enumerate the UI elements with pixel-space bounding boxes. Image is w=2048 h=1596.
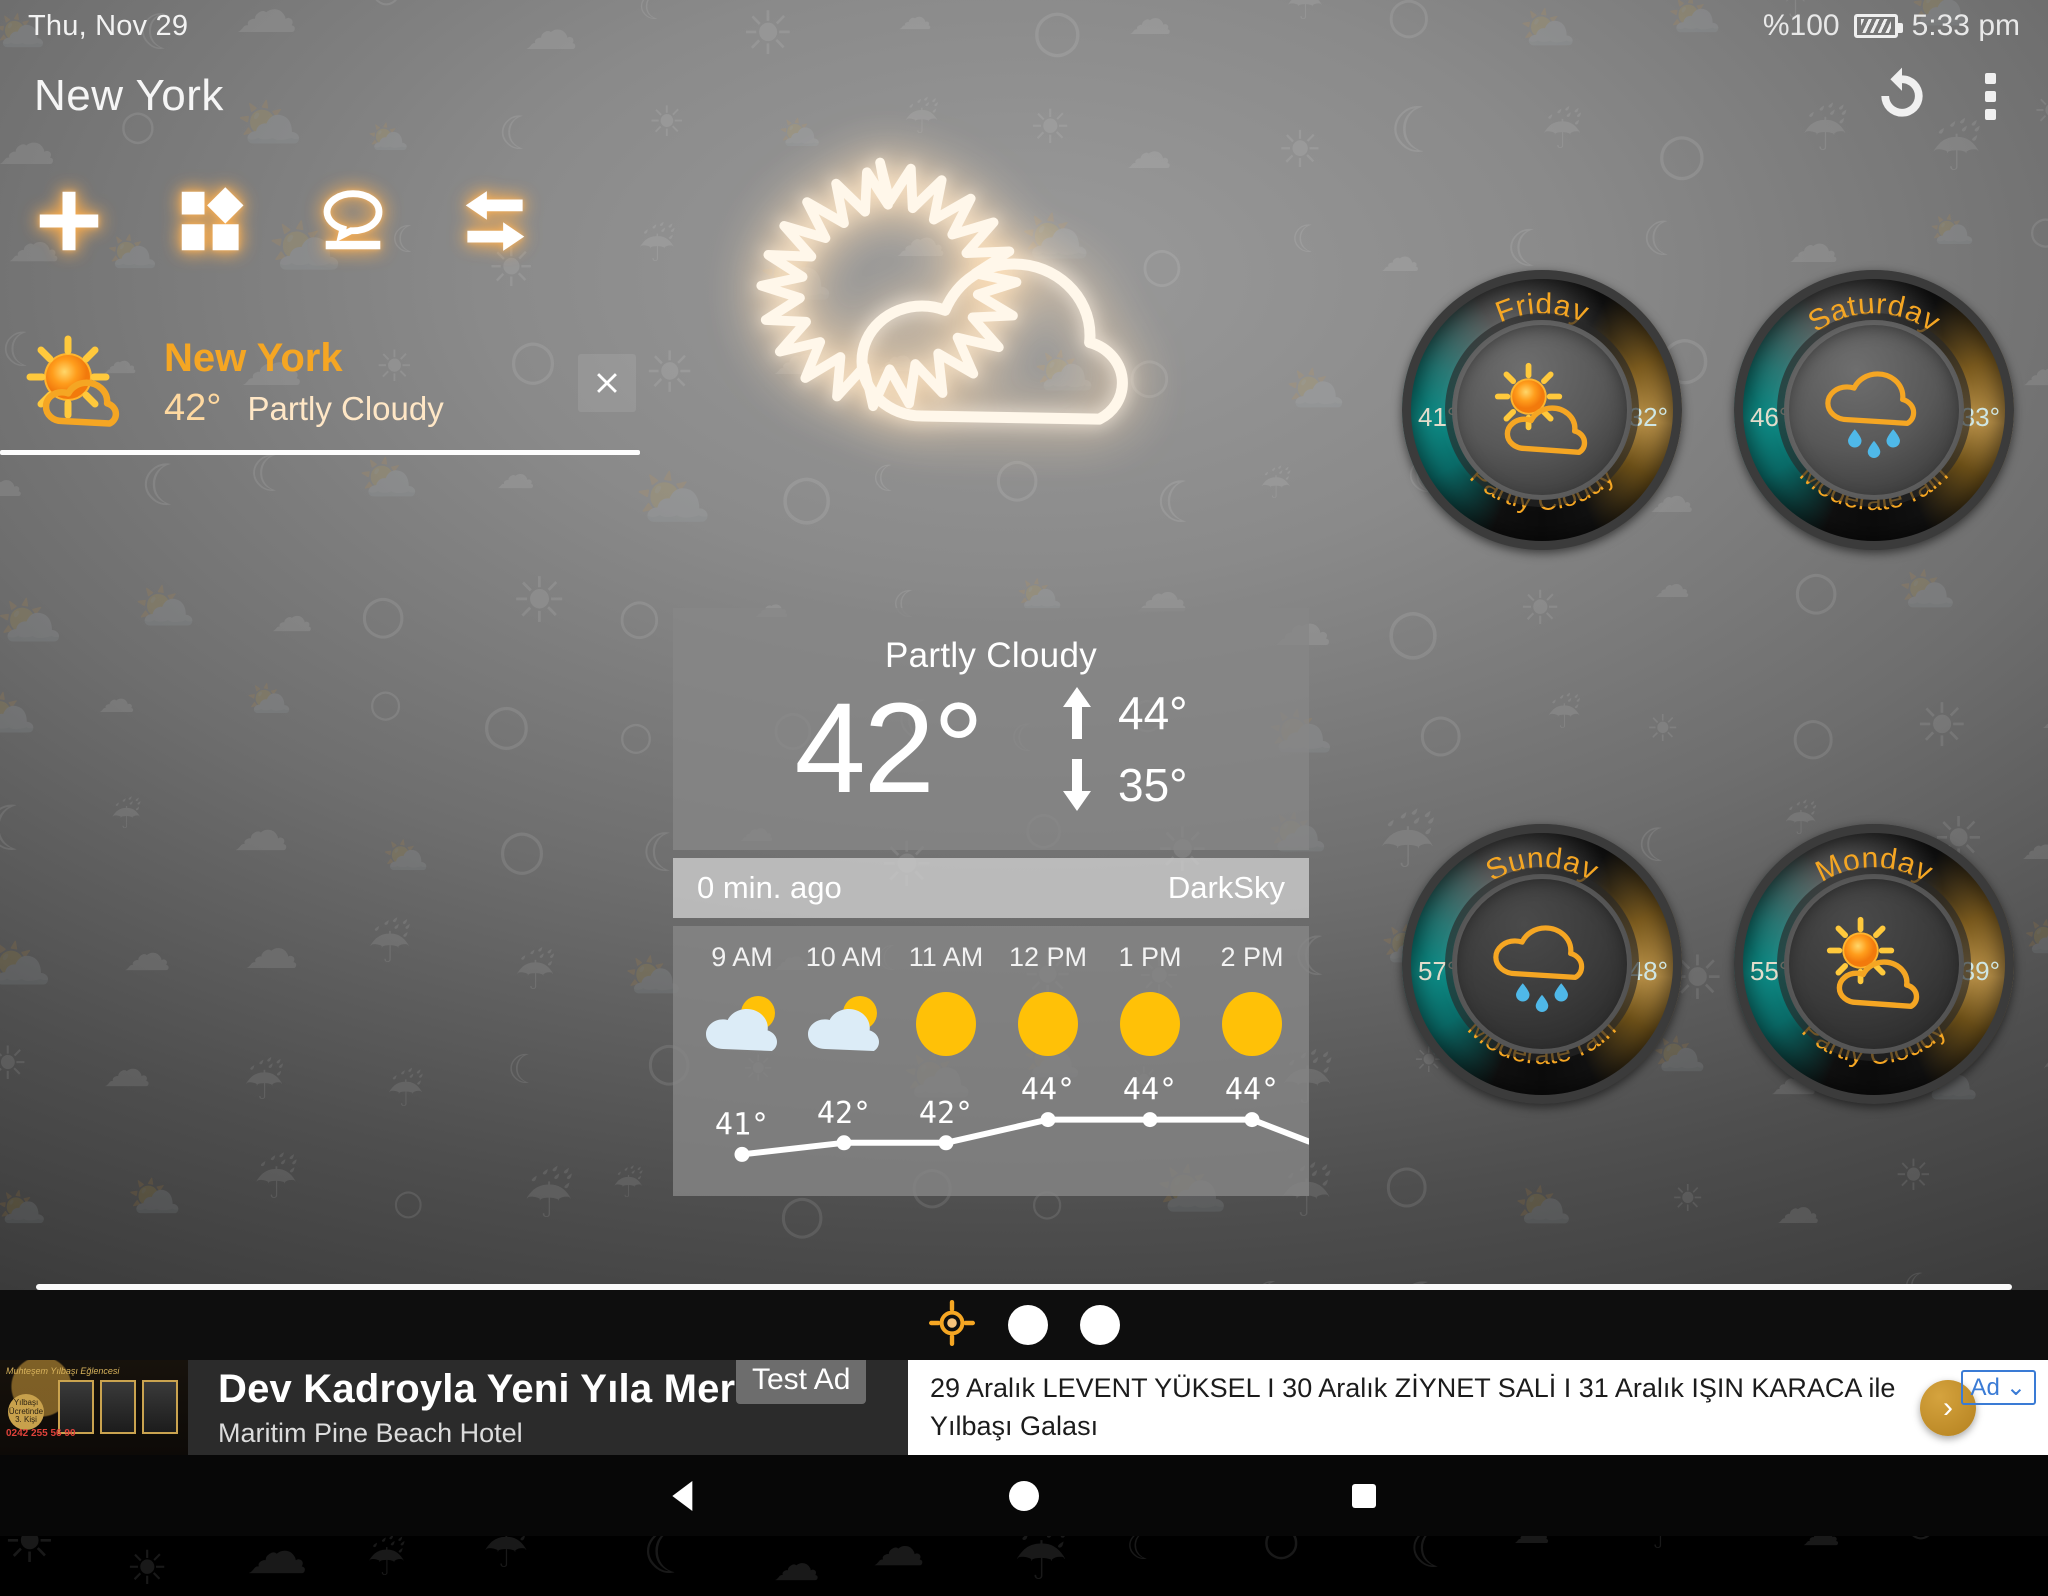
hourly-temperature-chart: 41° 42° 42° 44° 44° 44°	[673, 1046, 1309, 1196]
partly-cloudy-day-icon	[1452, 320, 1632, 500]
last-updated-label: 0 min. ago	[697, 870, 842, 906]
plus-add-location-icon[interactable]	[26, 178, 112, 264]
hourly-time-label: 11 AM	[908, 942, 984, 973]
hourly-time-label	[1303, 942, 1309, 973]
status-bar: Thu, Nov 29 %100 5:33 pm	[0, 0, 2048, 52]
app-bar: New York	[0, 52, 2048, 140]
refresh-icon[interactable]	[1871, 65, 1933, 127]
partly-cloudy-day-icon	[1784, 874, 1964, 1054]
kebab-menu-icon[interactable]	[1985, 72, 1996, 120]
temperature-value-label: 44°	[1225, 1073, 1279, 1108]
ad-thumb-title: Muhteşem Yılbaşı Eğlencesi	[6, 1366, 120, 1376]
close-x-icon[interactable]	[578, 354, 636, 412]
ad-subline: Maritim Pine Beach Hotel	[218, 1417, 523, 1448]
arrow-down-icon	[1062, 759, 1092, 812]
widgets-grid-icon[interactable]	[168, 178, 254, 264]
hourly-time-label: 1 PM	[1118, 942, 1182, 973]
temperature-point	[938, 1135, 954, 1151]
ad-right-panel[interactable]: 29 Aralık LEVENT YÜKSEL I 30 Aralık ZİYN…	[736, 1360, 2048, 1455]
temperature-value-label: 44°	[1123, 1073, 1177, 1108]
ad-banner[interactable]: Muhteşem Yılbaşı Eğlencesi Yılbaşı Ücret…	[0, 1360, 2048, 1455]
current-condition-label: Partly Cloudy	[884, 636, 1098, 675]
weather-app-root: ⛅☾☁○☁☾☀☁○☁☔○⛅⛅☔⛅☔☁○⛅⛅☾☀⛅☔☀☁☀☾☔○☔☔☀☁⛅⛅☾☀☔…	[0, 0, 2048, 1592]
left-toolbar	[26, 178, 538, 264]
ad-disclosure-badge[interactable]: Ad ⌄	[1960, 1370, 2036, 1405]
hourly-time-label: 12 PM	[1008, 942, 1088, 973]
ad-thumb-phone: 0242 255 56 90	[6, 1428, 76, 1439]
hourly-time-label: 10 AM	[805, 942, 883, 973]
gps-target-icon[interactable]	[928, 1299, 976, 1352]
chevron-down-icon: ⌄	[2005, 1374, 2026, 1401]
status-bar-clock: 5:33 pm	[1911, 9, 2020, 42]
low-temperature: 35°	[1118, 759, 1188, 812]
high-temperature: 44°	[1118, 687, 1188, 740]
app-bar-actions	[1871, 65, 2018, 127]
page-dot-icon[interactable]	[1008, 1305, 1048, 1345]
dial-low-temp: 39°	[1960, 956, 2000, 986]
weather-provider-label: DarkSky	[1167, 870, 1285, 906]
page-indicator-bar	[0, 1290, 2048, 1360]
status-bar-right: %100 5:33 pm	[1763, 9, 2020, 43]
forecast-dial[interactable]: Friday Partly Cloudy 41° 32°	[1396, 264, 1688, 556]
battery-percent-label: %100	[1762, 9, 1840, 42]
home-circle-icon[interactable]	[989, 1461, 1059, 1531]
dial-low-temp: 48°	[1628, 956, 1668, 986]
page-dot-icon[interactable]	[1080, 1305, 1120, 1345]
list-item-city-name: New York	[164, 335, 343, 380]
temperature-point	[836, 1135, 852, 1151]
dial-low-temp: 33°	[1960, 402, 2000, 432]
current-temperature: 42°	[794, 677, 984, 820]
battery-charging-icon	[1853, 14, 1903, 38]
list-item[interactable]: New York 42° Partly Cloudy	[0, 318, 660, 446]
forecast-dial[interactable]: Saturday Moderate rain 46° 33°	[1728, 264, 2020, 556]
page-title: New York	[34, 71, 224, 120]
temperature-point	[734, 1147, 750, 1163]
ad-label: Ad	[1970, 1373, 2000, 1401]
saved-locations-list: New York 42° Partly Cloudy	[0, 318, 660, 455]
list-divider	[0, 450, 640, 455]
current-conditions-main: Partly Cloudy 42° 44° 35°	[673, 608, 1309, 851]
temperature-value-label: 44°	[1021, 1073, 1075, 1108]
temperature-value-label: 42°	[817, 1096, 871, 1131]
test-ad-badge: Test Ad	[736, 1360, 867, 1404]
back-triangle-icon[interactable]	[649, 1461, 719, 1531]
hourly-time-label: 2 PM	[1220, 942, 1284, 973]
hourly-time-label: 9 AM	[711, 942, 773, 973]
temperature-value-label: 42°	[919, 1096, 973, 1131]
status-bar-date: Thu, Nov 29	[28, 9, 189, 42]
temperature-point	[1040, 1112, 1056, 1128]
speech-bubble-stamp-icon[interactable]	[310, 178, 396, 264]
temperature-value-label: 41°	[715, 1108, 769, 1143]
list-item-condition: Partly Cloudy	[247, 389, 444, 427]
temperature-point	[1142, 1112, 1158, 1128]
swap-arrows-icon[interactable]	[452, 178, 538, 264]
rain-cloud-icon	[1452, 874, 1632, 1054]
hourly-forecast-panel[interactable]: 9 AM 10 AM 11 AM 12 PM 1 PM 2 PM 41° 42° 42° 44°…	[673, 926, 1309, 1197]
list-item-text: New York 42° Partly Cloudy	[164, 335, 444, 430]
dial-low-temp: 32°	[1628, 402, 1668, 432]
recents-square-icon[interactable]	[1329, 1461, 1399, 1531]
ad-thumb-price-badge: Yılbaşı Ücretinde 3. Kişi	[8, 1394, 44, 1430]
current-conditions-card[interactable]: Partly Cloudy 42° 44° 35° 0 min. ago Dar…	[673, 608, 1309, 1197]
android-navigation-bar	[0, 1455, 2048, 1536]
list-item-temp: 42°	[164, 386, 222, 429]
ad-body-text: 29 Aralık LEVENT YÜKSEL I 30 Aralık ZİYN…	[930, 1373, 1896, 1441]
sun-behind-cloud-outline-icon	[740, 128, 1240, 528]
ad-thumbnail-image: Muhteşem Yılbaşı Eğlencesi Yılbaşı Ücret…	[0, 1360, 188, 1455]
arrow-up-icon	[1062, 687, 1092, 740]
temperature-point	[1244, 1112, 1260, 1128]
update-meta-bar: 0 min. ago DarkSky	[673, 858, 1309, 919]
forecast-dial[interactable]: Monday Partly Cloudy 55° 39°	[1728, 818, 2020, 1110]
partly-cloudy-day-icon	[12, 327, 152, 437]
forecast-dial[interactable]: Sunday Moderate rain 57° 48°	[1396, 818, 1688, 1110]
rain-cloud-icon	[1784, 320, 1964, 500]
